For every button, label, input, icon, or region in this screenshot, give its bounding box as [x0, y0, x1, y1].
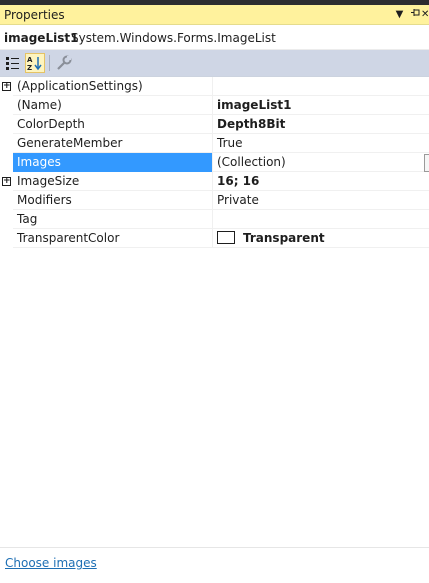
categorized-list-icon [6, 57, 19, 70]
wrench-icon [57, 55, 72, 70]
property-name: (Name) [13, 96, 213, 115]
row-gutter [0, 96, 13, 115]
object-selector[interactable]: imageList1 System.Windows.Forms.ImageLis… [0, 26, 429, 50]
property-name: TransparentColor [13, 229, 213, 248]
property-value[interactable]: imageList1 [213, 96, 429, 115]
property-value: Transparent [243, 231, 325, 245]
close-icon[interactable]: ✕ [421, 7, 429, 22]
property-row-application-settings[interactable]: + (ApplicationSettings) [0, 77, 429, 96]
property-pages-button[interactable] [54, 53, 74, 73]
property-row-tag[interactable]: Tag [0, 210, 429, 229]
choose-images-link[interactable]: Choose images [5, 556, 97, 570]
row-gutter [0, 229, 13, 248]
property-value[interactable]: Depth8Bit [213, 115, 429, 134]
expand-icon[interactable]: + [2, 82, 11, 91]
property-grid: + (ApplicationSettings) (Name) imageList… [0, 77, 429, 248]
property-row-modifiers[interactable]: Modifiers Private [0, 191, 429, 210]
property-value[interactable]: True [213, 134, 429, 153]
pin-icon-glyph [411, 9, 420, 16]
toolbar-separator [49, 55, 50, 71]
property-row-transparent-color[interactable]: TransparentColor Transparent [0, 229, 429, 248]
panel-title: Properties [4, 8, 65, 22]
svg-text:Z: Z [27, 64, 32, 72]
property-row-name[interactable]: (Name) imageList1 [0, 96, 429, 115]
property-name: GenerateMember [13, 134, 213, 153]
property-row-generate-member[interactable]: GenerateMember True [0, 134, 429, 153]
property-name: (ApplicationSettings) [13, 77, 213, 96]
alphabetical-button[interactable]: A Z [25, 53, 45, 73]
categorized-button[interactable] [3, 53, 23, 73]
color-swatch [217, 231, 235, 244]
property-value-container[interactable]: Transparent [213, 229, 429, 248]
row-gutter [0, 153, 13, 172]
expand-icon[interactable]: + [2, 177, 11, 186]
property-row-color-depth[interactable]: ColorDepth Depth8Bit [0, 115, 429, 134]
property-name: ColorDepth [13, 115, 213, 134]
row-gutter [0, 134, 13, 153]
property-name: Modifiers [13, 191, 213, 210]
property-row-image-size[interactable]: + ImageSize 16; 16 [0, 172, 429, 191]
window-position-dropdown-icon[interactable]: ▼ [392, 7, 407, 22]
row-gutter [0, 191, 13, 210]
ellipsis-button[interactable] [424, 154, 429, 172]
property-name: Tag [13, 210, 213, 229]
object-type: System.Windows.Forms.ImageList [71, 31, 276, 45]
alphabetical-sort-icon: A Z [27, 56, 42, 72]
commands-separator [0, 547, 429, 548]
property-value[interactable]: 16; 16 [213, 172, 429, 191]
property-name: Images [13, 153, 213, 172]
row-gutter [0, 210, 13, 229]
property-value[interactable]: (Collection) [213, 153, 429, 172]
property-value[interactable] [213, 77, 429, 96]
svg-text:A: A [27, 56, 33, 64]
object-name: imageList1 [4, 31, 79, 45]
property-row-images[interactable]: Images (Collection) [0, 153, 429, 172]
properties-title-bar: Properties ▼ ✕ [0, 5, 429, 25]
property-value[interactable] [213, 210, 429, 229]
property-value[interactable]: Private [213, 191, 429, 210]
row-gutter [0, 115, 13, 134]
properties-toolbar: A Z [0, 50, 429, 77]
property-name: ImageSize [13, 172, 213, 191]
